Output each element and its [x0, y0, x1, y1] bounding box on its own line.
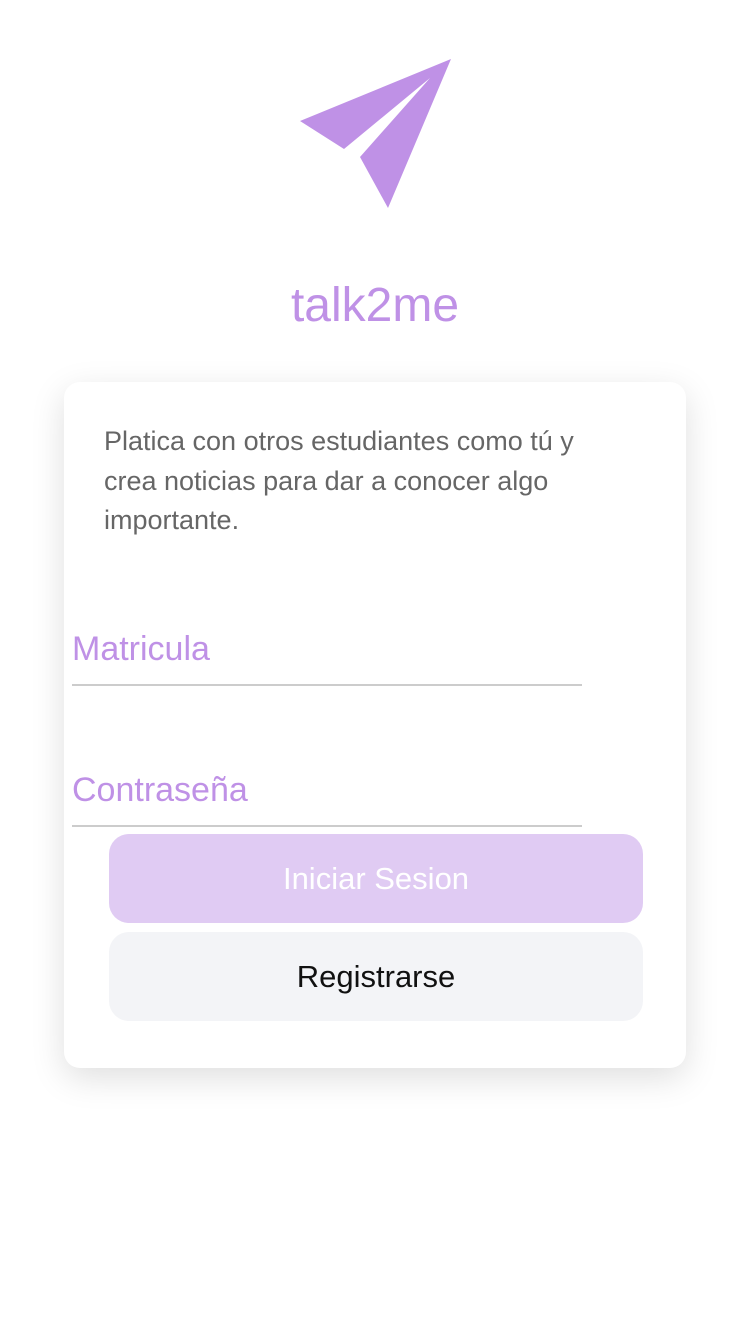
app-name: talk2me: [290, 279, 460, 332]
matricula-input[interactable]: [72, 614, 582, 686]
password-input[interactable]: [72, 755, 582, 827]
paper-plane-icon: [300, 59, 451, 208]
login-button[interactable]: Iniciar Sesion: [109, 834, 643, 923]
register-button[interactable]: Registrarse: [109, 932, 643, 1021]
tagline: Platica con otros estudiantes como tú y …: [104, 426, 574, 535]
